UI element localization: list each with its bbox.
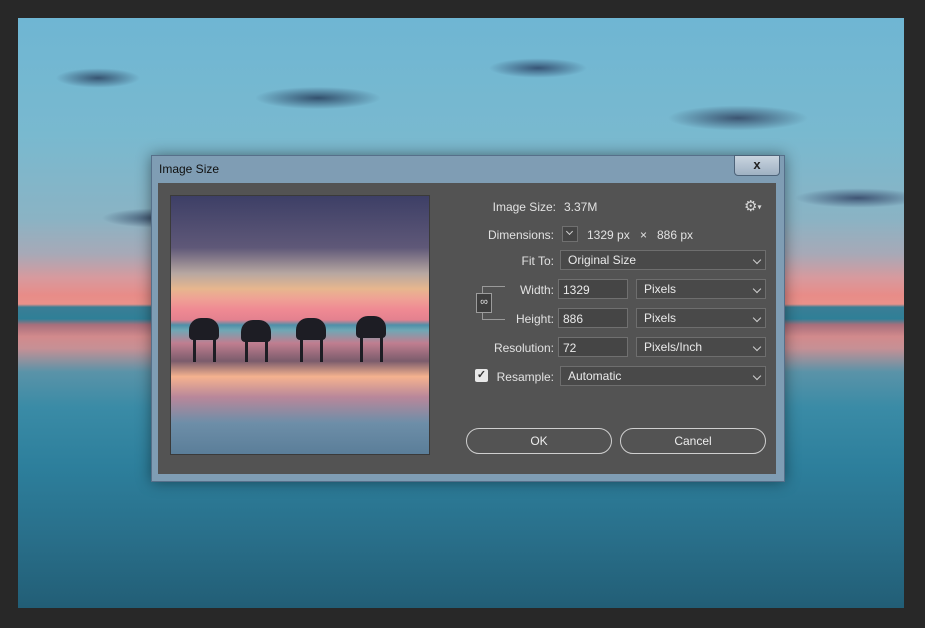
gear-icon[interactable]: ⚙▾ bbox=[744, 197, 761, 215]
dialog-title: Image Size bbox=[159, 162, 220, 176]
dimensions-height: 886 px bbox=[657, 228, 694, 242]
fit-to-value: Original Size bbox=[568, 253, 637, 267]
height-unit-select[interactable]: Pixels bbox=[636, 308, 766, 328]
resample-label: Resample: bbox=[496, 370, 554, 384]
height-label: Height: bbox=[515, 312, 554, 326]
dimensions-dropdown[interactable] bbox=[562, 226, 578, 242]
dimensions-label: Dimensions: bbox=[487, 228, 554, 242]
resolution-unit-value: Pixels/Inch bbox=[644, 340, 703, 354]
height-input[interactable]: 886 bbox=[558, 308, 628, 328]
ok-button[interactable]: OK bbox=[466, 428, 612, 454]
chevron-down-icon bbox=[752, 342, 762, 352]
camel-leg bbox=[193, 336, 196, 362]
resolution-label: Resolution: bbox=[493, 341, 554, 355]
camel-leg bbox=[213, 336, 216, 362]
close-button[interactable]: x bbox=[734, 155, 780, 176]
chevron-down-icon bbox=[752, 255, 762, 265]
image-size-dialog: Image Size x Image Size: 3.37M ⚙▾ Dimens… bbox=[151, 155, 785, 482]
chevron-down-icon bbox=[752, 371, 762, 381]
chevron-down-icon bbox=[752, 313, 762, 323]
width-unit-value: Pixels bbox=[644, 282, 677, 296]
camel-leg bbox=[300, 336, 303, 362]
resolution-input[interactable]: 72 bbox=[558, 337, 628, 357]
chevron-down-icon bbox=[565, 227, 574, 236]
dialog-panel: Image Size: 3.37M ⚙▾ Dimensions: 1329 px… bbox=[158, 183, 776, 474]
height-unit-value: Pixels bbox=[644, 311, 677, 325]
image-preview[interactable] bbox=[170, 195, 430, 455]
fit-to-select[interactable]: Original Size bbox=[560, 250, 766, 270]
camel-leg bbox=[265, 338, 268, 362]
resample-value: Automatic bbox=[568, 369, 622, 383]
width-unit-select[interactable]: Pixels bbox=[636, 279, 766, 299]
cancel-button[interactable]: Cancel bbox=[620, 428, 766, 454]
image-size-value: 3.37M bbox=[564, 200, 598, 214]
width-input[interactable]: 1329 bbox=[558, 279, 628, 299]
camel-leg bbox=[245, 338, 248, 362]
dimensions-times: × bbox=[640, 228, 648, 242]
resample-select[interactable]: Automatic bbox=[560, 366, 766, 386]
dimensions-width: 1329 px bbox=[587, 228, 630, 242]
camel-leg bbox=[320, 336, 323, 362]
image-size-label: Image Size: bbox=[492, 200, 556, 214]
camel-leg bbox=[380, 334, 383, 362]
resolution-unit-select[interactable]: Pixels/Inch bbox=[636, 337, 766, 357]
camel-leg bbox=[360, 334, 363, 362]
width-label: Width: bbox=[519, 283, 554, 297]
close-icon: x bbox=[753, 157, 761, 172]
fit-to-label: Fit To: bbox=[521, 254, 554, 268]
chevron-down-icon bbox=[752, 284, 762, 294]
